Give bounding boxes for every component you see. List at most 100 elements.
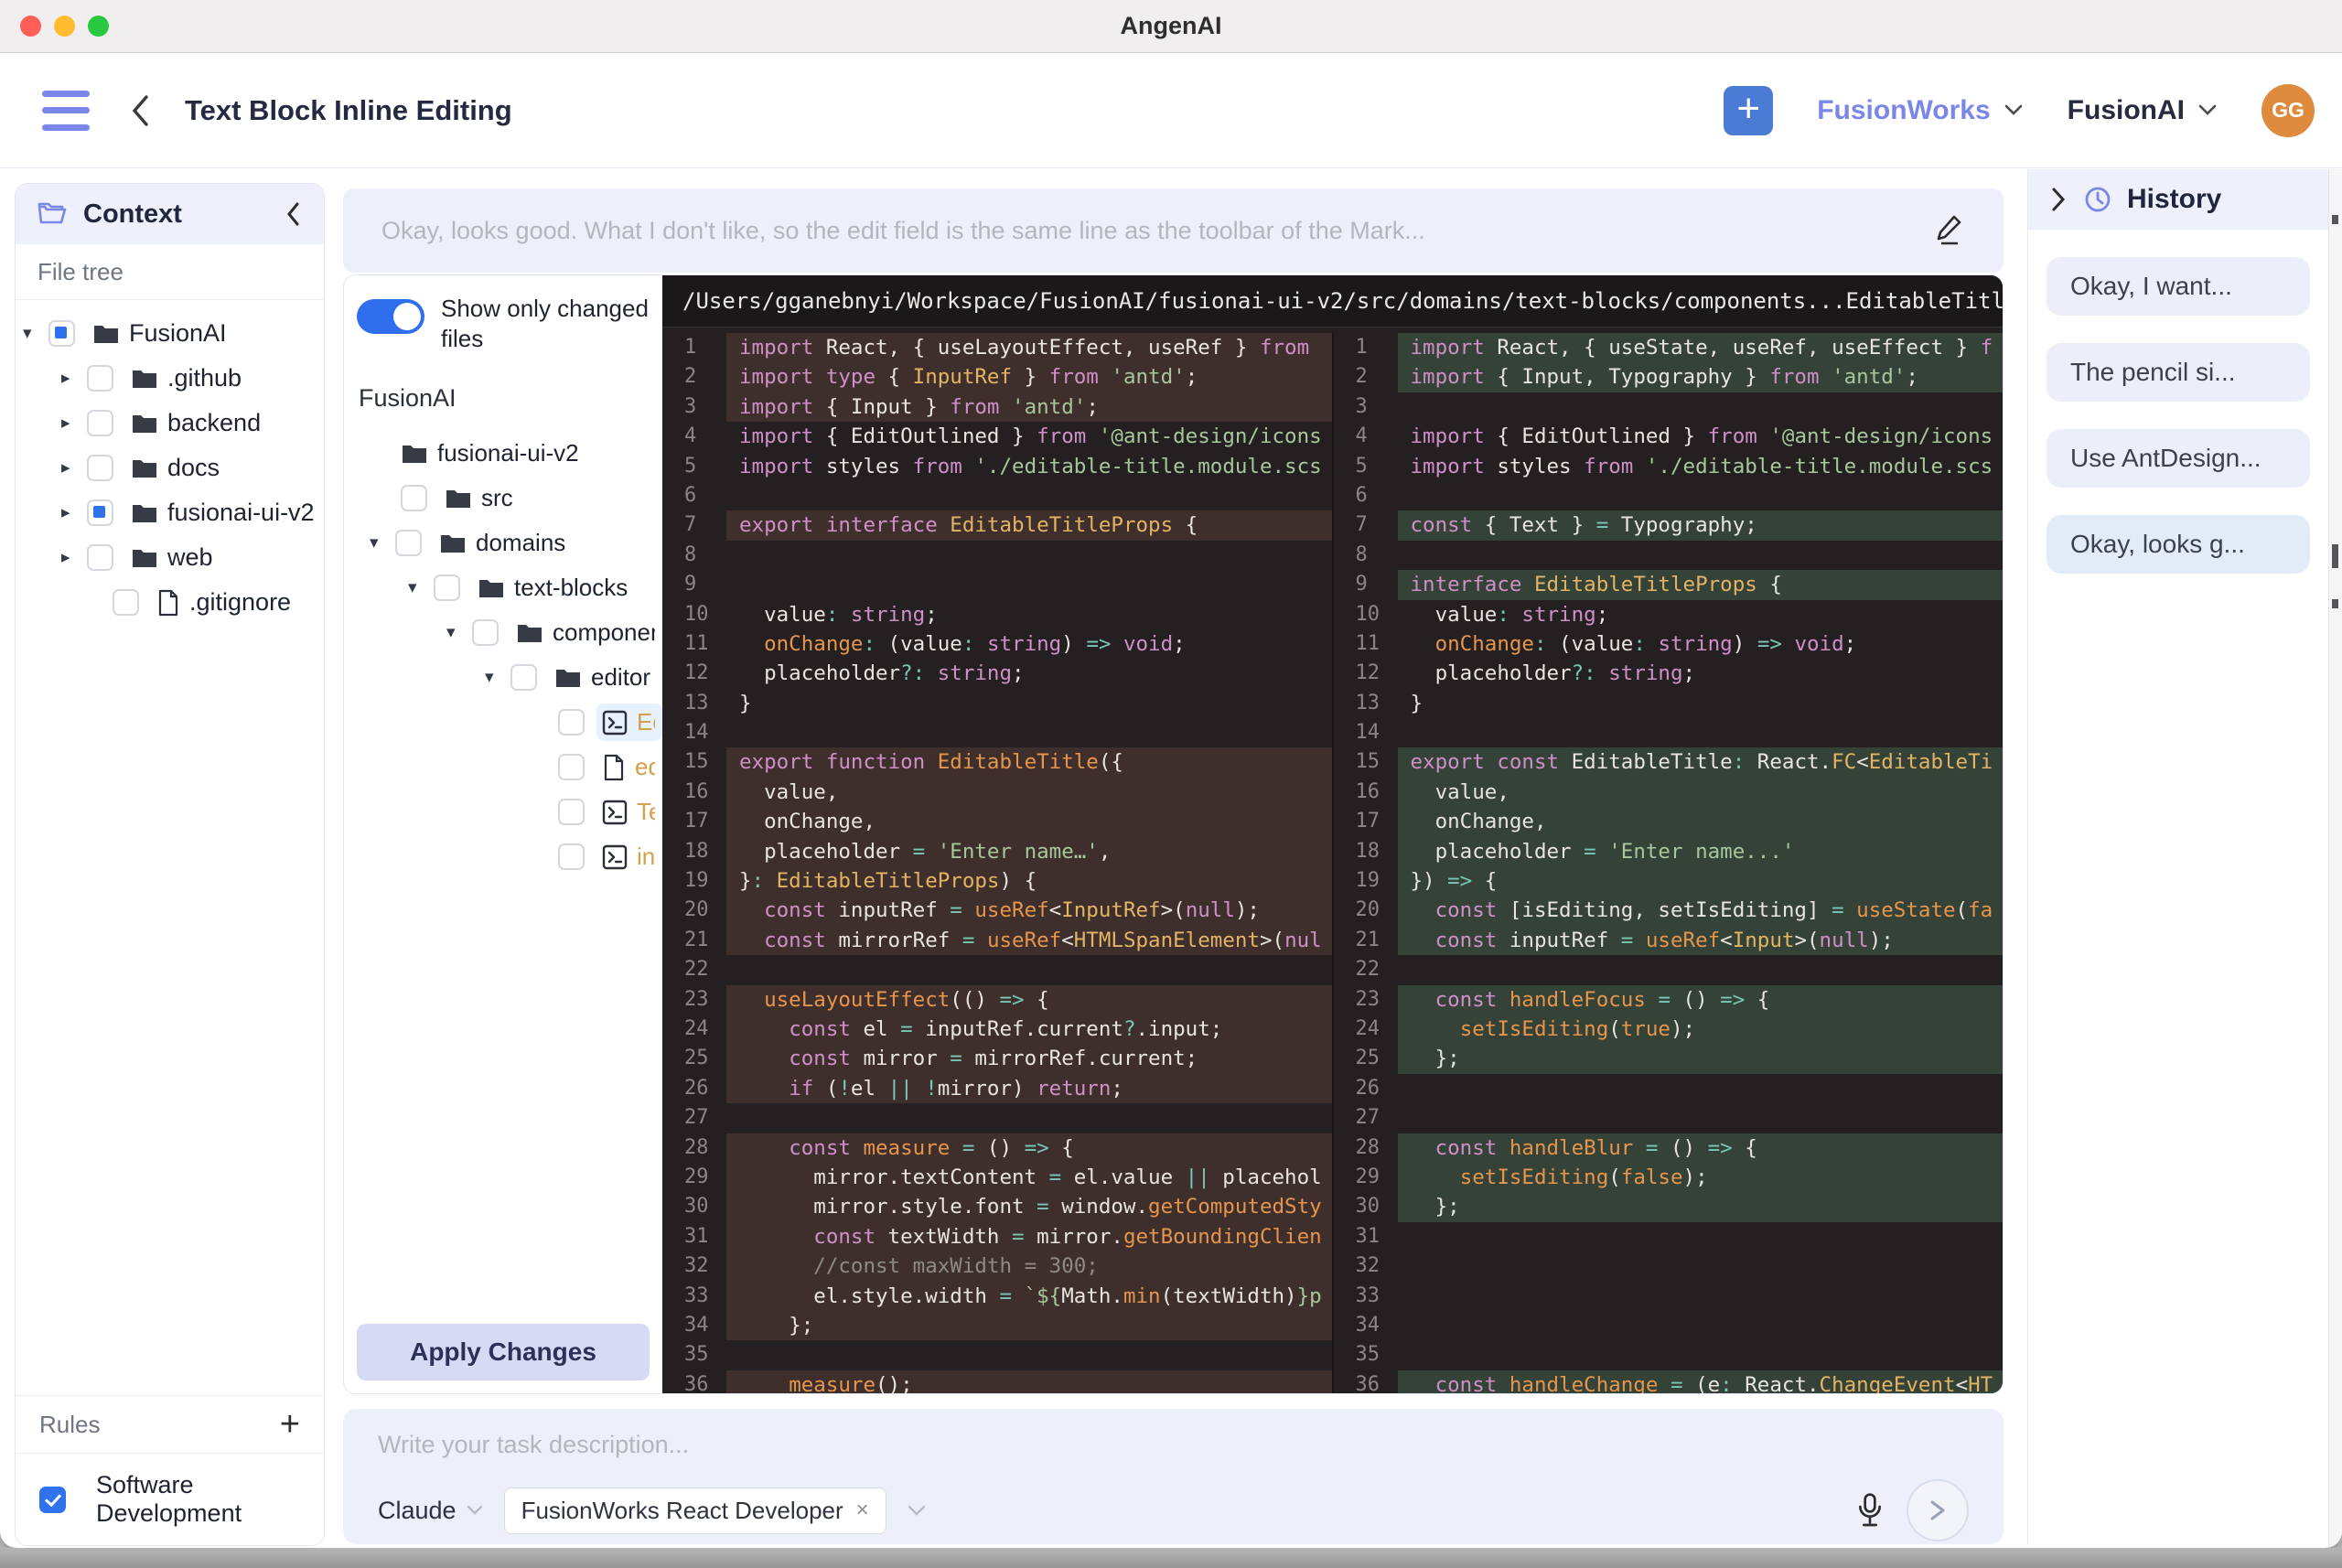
tree-row-.gitignore[interactable]: .gitignore [16, 580, 324, 625]
history-item[interactable]: Use AntDesign... [2047, 429, 2310, 488]
tree-checkbox[interactable] [87, 410, 113, 436]
tree-checkbox[interactable] [87, 544, 113, 571]
tree-item[interactable]: domains [434, 524, 662, 562]
tree-item[interactable]: web [125, 539, 324, 576]
diff-left-pane[interactable]: 1 import React, { useLayoutEffect, useRef… [662, 333, 1332, 1393]
tree-item[interactable]: fusionai-ui-v2 [125, 494, 324, 532]
tree-checkbox[interactable] [558, 843, 585, 870]
code-line-22: 22 [1334, 955, 2004, 984]
code-line-25: 25 const mirror = mirrorRef.current; [662, 1044, 1332, 1074]
message-banner[interactable]: Okay, looks good. What I don't like, so … [343, 188, 2004, 273]
send-button[interactable] [1907, 1479, 1969, 1541]
tree-checkbox[interactable] [113, 589, 139, 616]
remove-tag-button[interactable]: × [856, 1498, 869, 1523]
show-changed-toggle[interactable] [357, 299, 424, 334]
collapse-panel-button[interactable] [284, 200, 302, 228]
tree-row-EditableTitle.tsx[interactable]: EditableTitle.tsx [357, 700, 662, 745]
tree-checkbox[interactable] [87, 365, 113, 392]
rule-item[interactable]: Software Development [16, 1454, 324, 1545]
rule-checkbox[interactable] [39, 1486, 66, 1513]
tree-row-components[interactable]: ▾ components [357, 610, 662, 655]
caret-down-icon[interactable]: ▾ [485, 667, 510, 688]
tree-row-text-blocks[interactable]: ▾ text-blocks [357, 565, 662, 610]
tree-row-backend[interactable]: ▸ backend [16, 401, 324, 446]
tree-item[interactable]: .gitignore [151, 584, 324, 621]
tree-row-fusionai-ui-v2[interactable]: fusionai-ui-v2 [357, 431, 662, 476]
caret-down-icon[interactable]: ▾ [23, 323, 48, 344]
tree-row-TextBlock.tsx[interactable]: TextBlock.tsx [357, 789, 662, 834]
line-number: 36 [684, 1372, 709, 1393]
tree-row-.github[interactable]: ▸ .github [16, 356, 324, 401]
tree-checkbox[interactable] [558, 799, 585, 825]
tree-checkbox[interactable] [48, 320, 75, 347]
model-dropdown[interactable]: Claude [378, 1497, 484, 1525]
selected-file[interactable]: EditableTitle.tsx [596, 703, 662, 741]
task-composer[interactable]: Write your task description... Claude Fu… [343, 1409, 2004, 1544]
caret-right-icon[interactable]: ▸ [61, 457, 87, 478]
history-item[interactable]: Okay, I want... [2047, 257, 2310, 316]
caret-right-icon[interactable]: ▸ [61, 502, 87, 523]
tree-row-fusionai-ui-v2[interactable]: ▸ fusionai-ui-v2 [16, 490, 324, 535]
new-task-button[interactable]: + [1724, 85, 1774, 135]
tree-row-web[interactable]: ▸ web [16, 535, 324, 580]
tree-item[interactable]: FusionAI [87, 315, 324, 352]
tree-item[interactable]: docs [125, 449, 324, 487]
history-item[interactable]: Okay, looks g... [2047, 515, 2310, 574]
workspace-dropdown[interactable]: FusionWorks [1817, 95, 2023, 126]
line-number: 24 [684, 1016, 709, 1040]
scrollbar-edge[interactable] [2328, 169, 2342, 1548]
caret-right-icon[interactable]: ▸ [61, 547, 87, 568]
folder-icon [403, 445, 426, 463]
avatar[interactable]: GG [2261, 83, 2315, 137]
tree-row-src[interactable]: src [357, 476, 662, 521]
code-line-5: 5 import styles from './editable-title.mo… [662, 452, 1332, 481]
tree-item[interactable]: src [439, 479, 662, 517]
apply-changes-button[interactable]: Apply Changes [357, 1324, 650, 1380]
tree-checkbox[interactable] [558, 709, 585, 736]
caret-down-icon[interactable]: ▾ [408, 577, 434, 598]
tree-checkbox[interactable] [472, 619, 499, 646]
edit-message-button[interactable] [1934, 213, 1965, 248]
tree-item[interactable]: components [510, 614, 662, 651]
tree-checkbox[interactable] [558, 754, 585, 780]
tree-item[interactable]: TextBlock.tsx [596, 793, 662, 831]
code-line-9: 9 interface EditableTitleProps { [1334, 570, 2003, 600]
tree-item[interactable]: editor [549, 659, 662, 696]
history-item[interactable]: The pencil si... [2047, 343, 2310, 402]
agent-select-chevron-icon[interactable] [907, 1504, 927, 1518]
caret-down-icon[interactable]: ▾ [370, 532, 395, 553]
tree-item[interactable]: backend [125, 404, 324, 442]
tree-item[interactable]: index.ts [596, 838, 662, 875]
task-input-placeholder[interactable]: Write your task description... [378, 1431, 1969, 1459]
file-tree-section-label: File tree [16, 244, 324, 300]
caret-right-icon[interactable]: ▸ [61, 368, 87, 389]
diff-right-pane[interactable]: 1 import React, { useState, useRef, useEf… [1331, 333, 2004, 1393]
account-dropdown[interactable]: FusionAI [2068, 95, 2218, 126]
tree-checkbox[interactable] [434, 575, 460, 601]
agent-tag[interactable]: FusionWorks React Developer × [503, 1487, 886, 1534]
tree-item[interactable]: text-blocks [472, 569, 662, 607]
menu-icon[interactable] [42, 90, 90, 131]
tree-row-index.ts[interactable]: index.ts [357, 834, 662, 879]
tree-checkbox[interactable] [87, 455, 113, 481]
tree-item[interactable]: fusionai-ui-v2 [395, 435, 662, 472]
history-panel: History Okay, I want... The pencil si... U… [2027, 169, 2330, 1544]
tree-item[interactable]: .github [125, 360, 324, 397]
tree-checkbox[interactable] [87, 499, 113, 526]
chevron-right-icon[interactable] [2048, 186, 2068, 213]
tree-row-docs[interactable]: ▸ docs [16, 446, 324, 490]
tree-row-domains[interactable]: ▾ domains [357, 521, 662, 565]
tree-checkbox[interactable] [510, 664, 537, 691]
caret-down-icon[interactable]: ▾ [446, 622, 472, 643]
tree-checkbox[interactable] [395, 530, 422, 556]
tree-row-editor[interactable]: ▾ editor [357, 655, 662, 700]
line-number: 26 [1355, 1076, 1380, 1100]
caret-right-icon[interactable]: ▸ [61, 413, 87, 434]
back-button[interactable] [128, 92, 152, 129]
tree-checkbox[interactable] [401, 485, 427, 511]
tree-item[interactable]: editable-title.module.scss [596, 748, 662, 786]
tree-row-editable-title.module.scss[interactable]: editable-title.module.scss [357, 745, 662, 789]
add-rule-button[interactable]: + [280, 1407, 300, 1442]
microphone-button[interactable] [1855, 1492, 1885, 1529]
tree-row-FusionAI[interactable]: ▾ FusionAI [16, 311, 324, 356]
